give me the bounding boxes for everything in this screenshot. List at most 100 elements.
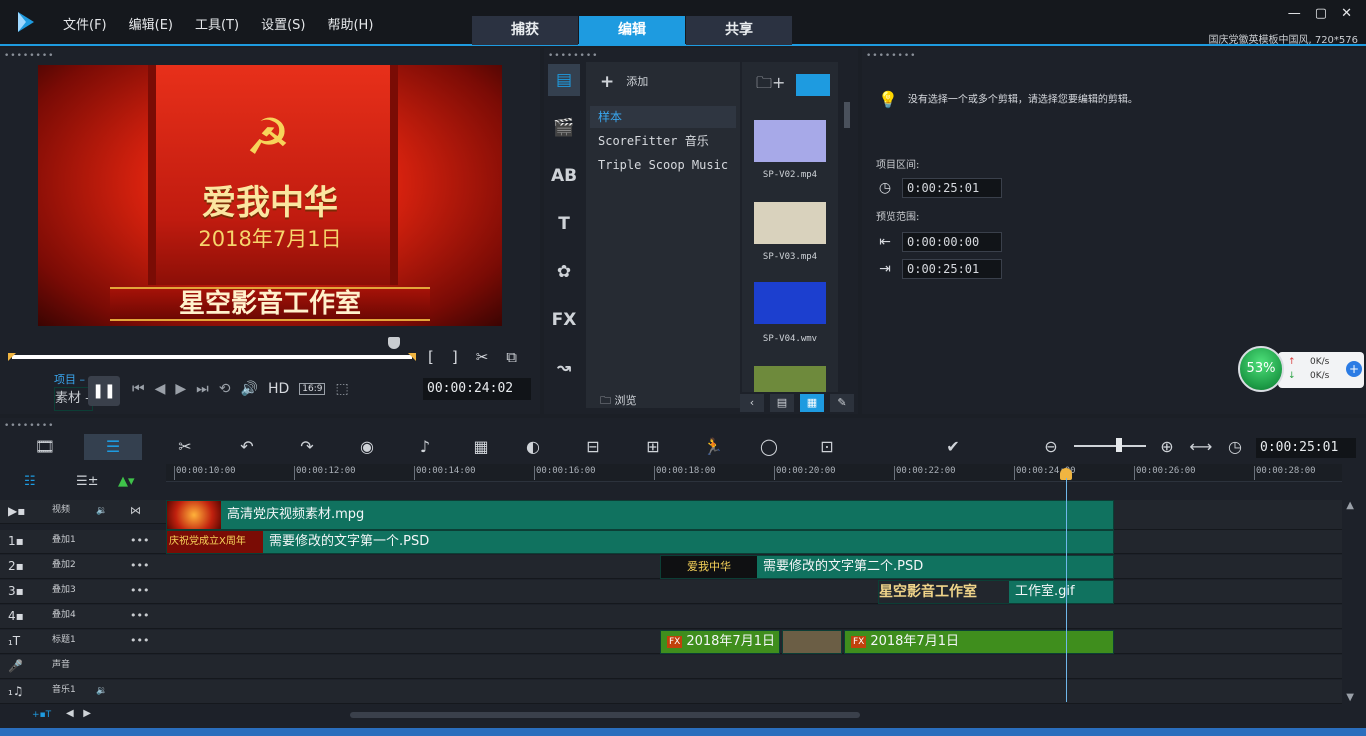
mask-creator-icon[interactable]: ◯ bbox=[754, 434, 784, 460]
tab-edit[interactable]: 编辑 bbox=[579, 16, 685, 45]
media-icon[interactable]: ▤ bbox=[548, 64, 580, 96]
track-header-video[interactable]: ▶▪ 视频 🔉 ⋈ bbox=[0, 500, 166, 524]
menu-settings[interactable]: 设置(S) bbox=[250, 14, 316, 33]
track-manager-icon[interactable]: ☷ bbox=[24, 474, 36, 489]
aspect-ratio-dropdown[interactable]: 16:9 bbox=[299, 383, 326, 395]
import-media-icon[interactable]: 🗀+ bbox=[756, 72, 785, 99]
track-lane-overlay2[interactable]: 爱我中华 需要修改的文字第二个.PSD bbox=[166, 555, 1342, 579]
zoom-in-icon[interactable]: ⊕ bbox=[1152, 434, 1182, 460]
track-lane-voice[interactable] bbox=[166, 655, 1342, 679]
multi-camera-icon[interactable]: ⊞ bbox=[638, 434, 668, 460]
menu-edit[interactable]: 编辑(E) bbox=[118, 14, 184, 33]
tools-icon[interactable]: ✂ bbox=[170, 434, 200, 460]
tab-capture[interactable]: 捕获 bbox=[472, 16, 578, 45]
ripple-edit-icon[interactable]: ▲▾ bbox=[118, 474, 135, 489]
repeat-icon[interactable]: ⟲ bbox=[219, 381, 231, 397]
go-start-icon[interactable]: ⏮ bbox=[132, 381, 145, 397]
close-button[interactable]: ✕ bbox=[1341, 6, 1352, 21]
collapse-icon[interactable]: ‹ bbox=[740, 394, 764, 412]
mode-clip[interactable]: 素材 – bbox=[54, 387, 93, 411]
trim-start-handle[interactable] bbox=[8, 353, 16, 361]
mute-icon[interactable]: 🔉 bbox=[96, 506, 107, 516]
tree-item-triple-scoop[interactable]: Triple Scoop Music bbox=[590, 154, 736, 176]
track-lane-title[interactable]: FX 2018年7月1日 FX 2018年7月1日 bbox=[166, 630, 1342, 654]
track-header-overlay4[interactable]: 4▪ 叠加4 ••• bbox=[0, 605, 166, 629]
tree-item-sample[interactable]: 样本 bbox=[590, 106, 736, 128]
network-speed-widget[interactable]: ↑ 0K/s ↓ 0K/s + 53% bbox=[1238, 346, 1364, 394]
timeline-ruler[interactable]: 00:00:10:00 00:00:12:00 00:00:14:00 00:0… bbox=[166, 464, 1342, 482]
track-header-voice[interactable]: 🎤 声音 bbox=[0, 655, 166, 679]
panel-grip[interactable]: •••••••• bbox=[4, 51, 54, 61]
track-header-overlay1[interactable]: 1▪ 叠加1 ••• bbox=[0, 530, 166, 554]
menu-file[interactable]: 文件(F) bbox=[52, 14, 118, 33]
project-range-field[interactable]: 0:00:25:01 bbox=[902, 178, 1002, 198]
motion-track-icon[interactable]: ◐ bbox=[518, 434, 548, 460]
track-options-icon[interactable]: ••• bbox=[130, 534, 149, 547]
scroll-right-icon[interactable]: ▶ bbox=[83, 708, 91, 719]
marker-pin-icon[interactable] bbox=[388, 337, 400, 349]
transition-icon[interactable]: AB bbox=[548, 160, 580, 192]
track-lane-overlay1[interactable]: 庆祝党成立X周年 需要修改的文字第一个.PSD bbox=[166, 530, 1342, 554]
thumbnail-view-icon[interactable]: ▦ bbox=[800, 394, 824, 412]
undo-icon[interactable]: ↶ bbox=[232, 434, 262, 460]
add-track-icon[interactable]: +▪T bbox=[32, 710, 51, 720]
split-clip-icon[interactable]: ✂ bbox=[476, 348, 489, 366]
track-options-icon[interactable]: ••• bbox=[130, 559, 149, 572]
subtitle-editor-icon[interactable]: ⊟ bbox=[578, 434, 608, 460]
pan-zoom-icon[interactable]: ⊡ bbox=[812, 434, 842, 460]
instant-project-icon[interactable]: 🎬 bbox=[548, 112, 580, 144]
tab-share[interactable]: 共享 bbox=[686, 16, 792, 45]
track-header-title[interactable]: ₁T 标题1 ••• bbox=[0, 630, 166, 654]
panel-grip[interactable]: •••••••• bbox=[866, 51, 916, 61]
mark-in-icon[interactable]: [ bbox=[428, 348, 434, 366]
timeline-view-icon[interactable]: ☰ bbox=[84, 434, 142, 460]
zoom-slider-knob[interactable] bbox=[1116, 438, 1122, 452]
timeline-hscrollbar[interactable] bbox=[350, 712, 860, 718]
scroll-down-icon[interactable]: ▼ bbox=[1346, 692, 1354, 703]
sound-mixer-icon[interactable]: ♪ bbox=[410, 434, 440, 460]
clip-transition[interactable] bbox=[782, 630, 842, 654]
preview-end-field[interactable]: 0:00:25:01 bbox=[902, 259, 1002, 279]
fit-project-icon[interactable]: ⟷ bbox=[1186, 434, 1216, 460]
track-options-icon[interactable]: ⋈ bbox=[130, 504, 141, 517]
player-timecode[interactable]: 00:00:24:02 bbox=[423, 378, 531, 400]
pause-button[interactable]: ❚❚ bbox=[88, 376, 120, 406]
prev-frame-icon[interactable]: ◀ bbox=[155, 381, 166, 397]
record-capture-icon[interactable]: ◉ bbox=[352, 434, 382, 460]
clip-title-a[interactable]: FX 2018年7月1日 bbox=[660, 630, 780, 654]
add-folder-button[interactable]: + 添加 bbox=[600, 72, 648, 92]
filter-fx-icon[interactable]: FX bbox=[548, 304, 580, 336]
show-video-toggle[interactable] bbox=[796, 74, 830, 96]
title-icon[interactable]: T bbox=[548, 208, 580, 240]
enlarge-preview-icon[interactable]: ⧉ bbox=[506, 348, 517, 366]
library-scrollbar[interactable] bbox=[844, 102, 850, 128]
browse-button[interactable]: 🗀 浏览 bbox=[600, 392, 637, 411]
sort-icon[interactable]: ▤ bbox=[770, 394, 794, 412]
tree-item-scorefitter[interactable]: ScoreFitter 音乐 bbox=[590, 130, 736, 152]
thumb-dandelion[interactable] bbox=[754, 366, 826, 392]
track-lane-overlay3[interactable]: 星空影音工作室 工作室.gif bbox=[166, 580, 1342, 604]
track-header-overlay2[interactable]: 2▪ 叠加2 ••• bbox=[0, 555, 166, 579]
maximize-button[interactable]: ▢ bbox=[1315, 6, 1327, 21]
go-end-icon[interactable]: ⏭ bbox=[196, 381, 209, 397]
mode-project[interactable]: 项目 – bbox=[54, 373, 85, 387]
zoom-out-icon[interactable]: ⊖ bbox=[1036, 434, 1066, 460]
hd-preview-toggle[interactable]: HD bbox=[268, 381, 289, 397]
graphics-icon[interactable]: ✿ bbox=[548, 256, 580, 288]
clip-title-b[interactable]: FX 2018年7月1日 bbox=[844, 630, 1114, 654]
minimize-button[interactable]: — bbox=[1288, 6, 1301, 21]
crop-selector-icon[interactable]: ⬚ bbox=[335, 381, 348, 397]
preview-start-field[interactable]: 0:00:00:00 bbox=[902, 232, 1002, 252]
thumb-sp-v02[interactable] bbox=[754, 120, 826, 162]
track-options-icon[interactable]: ••• bbox=[130, 584, 149, 597]
accelerate-icon[interactable]: + bbox=[1346, 361, 1362, 377]
scroll-left-icon[interactable]: ◀ bbox=[66, 708, 74, 719]
panel-grip[interactable]: •••••••• bbox=[548, 51, 598, 61]
time-remap-icon[interactable]: 🏃 bbox=[698, 434, 728, 460]
clip-overlay3[interactable]: 星空影音工作室 工作室.gif bbox=[878, 580, 1114, 604]
redo-icon[interactable]: ↷ bbox=[292, 434, 322, 460]
add-chapter-icon[interactable]: ☰± bbox=[76, 474, 99, 489]
thumb-sp-v03[interactable] bbox=[754, 202, 826, 244]
track-header-overlay3[interactable]: 3▪ 叠加3 ••• bbox=[0, 580, 166, 604]
preview-window[interactable]: ☭ 爱我中华 2018年7月1日 星空影音工作室 bbox=[38, 65, 502, 326]
